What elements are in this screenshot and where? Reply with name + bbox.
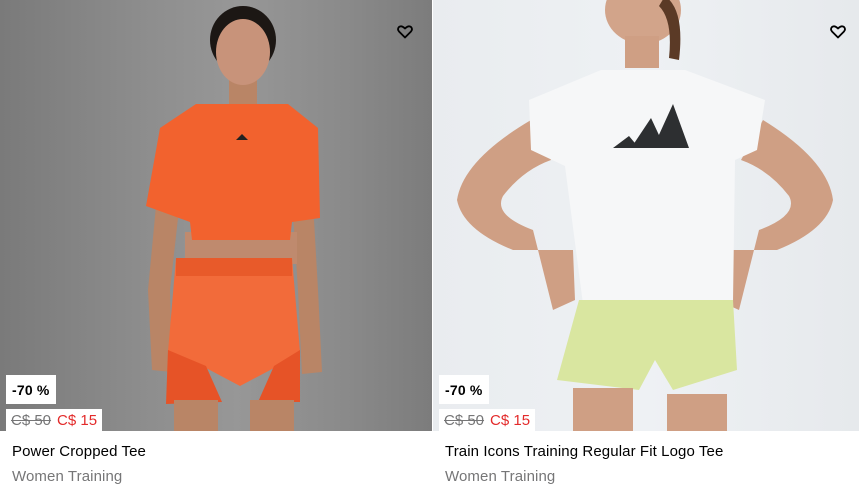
product-title[interactable]: Train Icons Training Regular Fit Logo Te… <box>445 443 723 460</box>
wishlist-button[interactable] <box>828 22 848 42</box>
price-tag: C$ 50 C$ 15 <box>439 409 536 431</box>
product-card[interactable]: -70 % C$ 50 C$ 15 Train Icons Training R… <box>433 0 859 488</box>
original-price: C$ 50 <box>444 411 485 429</box>
sale-price: C$ 15 <box>57 411 98 429</box>
product-grid: -70 % C$ 50 C$ 15 Power Cropped Tee Wome… <box>0 0 859 488</box>
heart-icon <box>830 25 846 39</box>
sale-price: C$ 15 <box>490 411 531 429</box>
product-image[interactable] <box>433 0 859 431</box>
wishlist-button[interactable] <box>395 22 415 42</box>
model-photo <box>146 6 322 431</box>
product-category: Women Training <box>12 468 123 485</box>
original-price: C$ 50 <box>11 411 52 429</box>
discount-badge: -70 % <box>6 375 56 404</box>
product-category: Women Training <box>445 468 556 485</box>
heart-icon <box>397 25 413 39</box>
product-title[interactable]: Power Cropped Tee <box>12 443 146 460</box>
discount-badge: -70 % <box>439 375 489 404</box>
price-tag: C$ 50 C$ 15 <box>6 409 103 431</box>
model-photo <box>457 0 833 431</box>
product-card[interactable]: -70 % C$ 50 C$ 15 Power Cropped Tee Wome… <box>0 0 432 488</box>
product-image[interactable] <box>0 0 432 431</box>
